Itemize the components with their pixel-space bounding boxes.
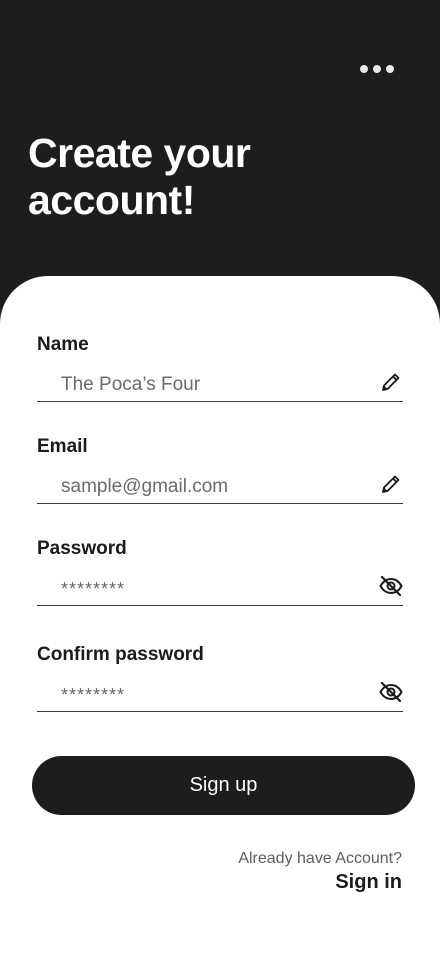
eye-off-icon[interactable] xyxy=(379,680,403,704)
name-input[interactable] xyxy=(37,364,367,400)
page-title-line2: account! xyxy=(28,177,195,223)
more-horizontal-icon xyxy=(360,65,368,73)
page-title: Create your account! xyxy=(28,130,388,224)
confirm-password-input[interactable] xyxy=(37,674,367,710)
already-have-account-text: Already have Account? xyxy=(238,850,402,867)
email-label: Email xyxy=(37,436,88,457)
name-field-group: Name xyxy=(37,334,403,402)
more-options-button[interactable] xyxy=(354,56,400,82)
confirm-password-label: Confirm password xyxy=(37,644,204,665)
sign-up-button[interactable]: Sign up xyxy=(32,756,415,815)
password-label: Password xyxy=(37,538,127,559)
eye-off-icon[interactable] xyxy=(379,574,403,598)
page-title-line1: Create your xyxy=(28,130,251,176)
password-input[interactable] xyxy=(37,568,367,604)
header: Create your account! xyxy=(0,0,440,300)
more-horizontal-icon-dot xyxy=(373,65,381,73)
pencil-icon[interactable] xyxy=(379,370,403,394)
confirm-password-field-group: Confirm password xyxy=(37,644,403,712)
email-field-group: Email xyxy=(37,436,403,504)
more-horizontal-icon-dot xyxy=(386,65,394,73)
password-field-row xyxy=(37,568,403,606)
password-field-group: Password xyxy=(37,538,403,606)
name-label: Name xyxy=(37,334,89,355)
sign-in-link[interactable]: Sign in xyxy=(335,871,402,894)
name-field-row xyxy=(37,364,403,402)
pencil-icon[interactable] xyxy=(379,472,403,496)
email-field-row xyxy=(37,466,403,504)
email-input[interactable] xyxy=(37,466,367,502)
confirm-password-field-row xyxy=(37,674,403,712)
